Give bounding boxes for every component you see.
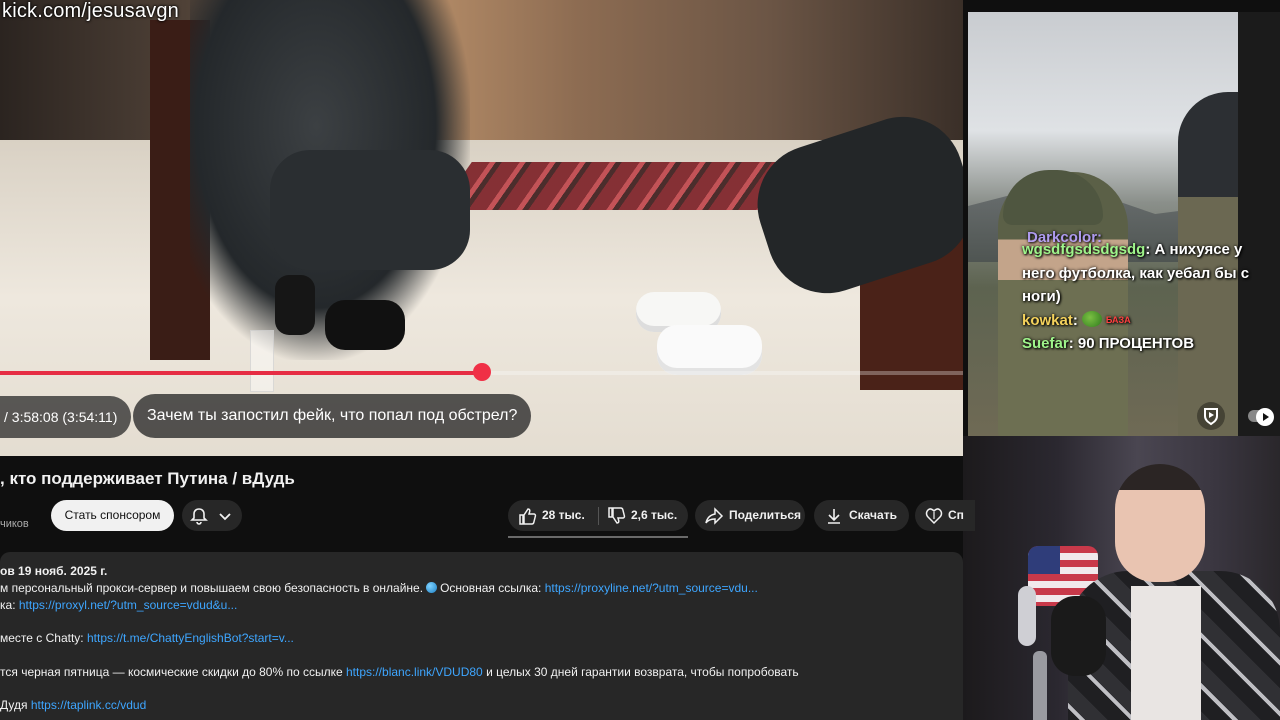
chat-partial-line: Darkcolor: [1027, 229, 1103, 246]
webcam-frame-shirt [1131, 586, 1201, 720]
description-box[interactable]: ов 19 нояб. 2025 г. м персональный прокс… [0, 552, 963, 720]
description-text: м персональный прокси-сервер и повышаем … [0, 581, 424, 595]
description-link[interactable]: https://blanc.link/VDUD80 [346, 665, 483, 679]
scrubber-handle[interactable] [473, 363, 491, 381]
like-count[interactable]: 28 тыс. [542, 500, 585, 531]
like-divider [598, 507, 599, 525]
description-link[interactable]: https://t.me/ChattyEnglishBot?start=v... [87, 631, 294, 645]
webcam-frame-mic-arm [1033, 651, 1047, 720]
download-icon [828, 509, 840, 524]
subscriber-count: чиков [0, 518, 29, 530]
stream-frame-edge [1238, 12, 1280, 436]
description-link[interactable]: https://proxyl.net/?utm_source=vdud&u... [19, 598, 237, 612]
description-text: Дудя [0, 698, 28, 712]
chat-text: : [1072, 311, 1078, 329]
stream-url-overlay: kick.com/jesusavgn [2, 0, 179, 22]
chevron-down-icon [219, 513, 231, 521]
sponsor-button[interactable]: Стать спонсором [51, 500, 174, 531]
chat-username: Suefar [1022, 335, 1069, 352]
video-frame-glass [250, 330, 274, 392]
description-text: ка: [0, 598, 16, 612]
description-meta: ов 19 нояб. 2025 г. [0, 564, 108, 578]
description-line: месте с Chatty: https://t.me/ChattyEngli… [0, 631, 294, 645]
chat-message: Suefar: 90 ПРОЦЕНТОВ [1022, 332, 1262, 356]
chapter-title-button[interactable]: Зачем ты запостил фейк, что попал под об… [133, 394, 532, 438]
webcam-frame-head [1115, 464, 1205, 582]
webcam-frame-pop-filter [1018, 586, 1036, 646]
chat-text: : 90 ПРОЦЕНТОВ [1068, 335, 1195, 352]
download-label: Скачать [849, 508, 897, 522]
thumbs-down-icon[interactable] [607, 507, 627, 525]
video-frame-sneaker [657, 325, 762, 375]
description-text: тся черная пятница — космические скидки … [0, 665, 343, 679]
description-text: Основная ссылка: [440, 581, 542, 595]
emote-tag: БАЗА [1105, 314, 1131, 325]
webcam-feed [963, 436, 1280, 720]
thumbs-up-icon[interactable] [518, 507, 538, 525]
dislike-count[interactable]: 2,6 тыс. [631, 500, 677, 531]
like-dislike-group: 28 тыс. 2,6 тыс. [508, 500, 688, 531]
description-text: и целых 30 дней гарантии возврата, чтобы… [486, 665, 799, 679]
description-line: Дудя https://taplink.cc/vdud [0, 698, 146, 712]
time-display: / 3:58:08 (3:54:11) [0, 396, 132, 438]
video-frame-legs [270, 150, 470, 270]
download-button[interactable]: Скачать [814, 500, 909, 531]
progress-bar-fill [0, 371, 482, 375]
thanks-button[interactable]: Сп [915, 500, 975, 531]
description-line: тся черная пятница — космические скидки … [0, 665, 799, 679]
bell-icon [190, 508, 208, 525]
description-line: м персональный прокси-сервер и повышаем … [0, 581, 758, 595]
like-ratio-bar [508, 536, 688, 538]
description-link[interactable]: https://proxyline.net/?utm_source=vdu... [545, 581, 758, 595]
video-player[interactable]: / 3:58:08 (3:54:11) Зачем ты запостил фе… [0, 0, 963, 456]
video-frame-shoe [325, 300, 405, 350]
description-text: месте с Chatty: [0, 631, 84, 645]
thanks-label: Сп [948, 508, 964, 522]
play-icon[interactable] [1256, 408, 1274, 426]
notifications-button[interactable] [182, 500, 242, 531]
stream-overlay [968, 12, 1280, 436]
share-button[interactable]: Поделиться [695, 500, 805, 531]
heart-dollar-icon [925, 508, 943, 525]
video-frame-shoe [275, 275, 315, 335]
description-link[interactable]: https://taplink.cc/vdud [31, 698, 146, 712]
chat-username: kowkat [1022, 311, 1073, 329]
stream-chat: Darkcolor: wgsdfgsdsdgsdg: А нихуясе у н… [1022, 229, 1262, 356]
globe-icon [426, 582, 438, 593]
share-icon [705, 507, 724, 525]
chat-message: kowkat: БАЗА [1022, 309, 1262, 333]
share-label: Поделиться [729, 508, 802, 522]
shield-icon [1197, 402, 1225, 430]
description-line: ка: https://proxyl.net/?utm_source=vdud&… [0, 598, 237, 612]
video-title: , кто поддерживает Путина / вДудь [0, 469, 295, 488]
webcam-frame-microphone [1051, 596, 1106, 676]
peepo-icon [1081, 310, 1102, 327]
